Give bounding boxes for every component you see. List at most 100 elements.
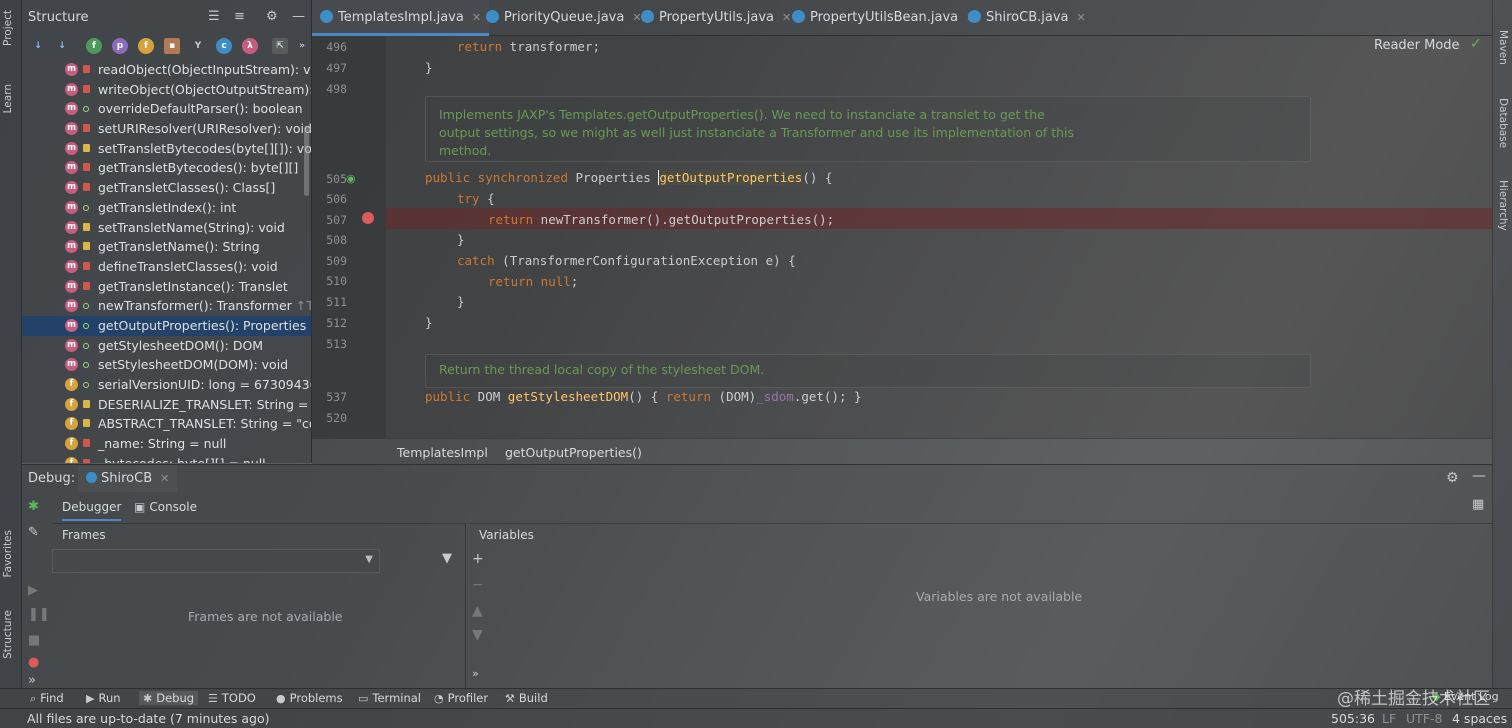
show-hierarchy-icon[interactable]: Y xyxy=(190,38,206,54)
anonymous-classes-icon[interactable]: c xyxy=(216,38,232,54)
structure-member[interactable]: m getOutputProperties(): Properties ↑Te xyxy=(22,315,311,336)
add-watch-icon[interactable]: + xyxy=(472,551,484,567)
expand-all-icon[interactable]: ☰ xyxy=(208,9,220,24)
stop-icon[interactable]: ■ xyxy=(28,633,40,648)
structure-member[interactable]: m setURIResolver(URIResolver): void xyxy=(22,119,311,139)
remove-watch-icon[interactable]: − xyxy=(472,577,484,593)
structure-member[interactable]: m getTransletIndex(): int xyxy=(22,198,311,218)
indent-setting[interactable]: 4 spaces xyxy=(1452,711,1507,726)
line-number[interactable]: 510 xyxy=(317,274,347,288)
line-number[interactable]: 507 xyxy=(317,213,347,227)
resume-icon[interactable]: ▶ xyxy=(28,583,38,598)
line-number[interactable]: 506 xyxy=(317,192,347,206)
debug-config-tab[interactable]: ShiroCB ✕ xyxy=(78,465,178,492)
structure-member[interactable]: f serialVersionUID: long = 6730943615 xyxy=(22,375,311,395)
status-message[interactable]: All files are up-to-date (7 minutes ago) xyxy=(27,711,270,726)
structure-member[interactable]: m overrideDefaultParser(): boolean xyxy=(22,99,311,119)
structure-member[interactable]: m getTransletClasses(): Class[] xyxy=(22,178,311,198)
tool-window-find[interactable]: ⌕ Find xyxy=(30,691,64,706)
show-fields-icon[interactable]: f xyxy=(138,38,154,54)
move-down-icon[interactable]: ▼ xyxy=(472,627,483,643)
structure-member[interactable]: m getStylesheetDOM(): DOM xyxy=(22,336,311,356)
line-number[interactable]: 511 xyxy=(317,295,347,309)
tool-window-terminal[interactable]: ▭ Terminal xyxy=(358,691,421,705)
sort-alpha-icon[interactable]: ↓ xyxy=(30,38,46,54)
view-breakpoints-icon[interactable]: ● xyxy=(28,655,39,670)
line-number[interactable]: 498 xyxy=(317,82,347,96)
database-tool-tab[interactable]: Database xyxy=(1497,98,1509,148)
line-number[interactable]: 537 xyxy=(317,390,347,404)
line-number[interactable]: 505 xyxy=(317,172,347,186)
gear-icon[interactable]: ⚙ xyxy=(266,9,278,24)
line-number[interactable]: 496 xyxy=(317,40,347,54)
tab-propertyutilsbean[interactable]: PropertyUtilsBean.java✕ xyxy=(784,0,983,36)
line-number[interactable]: 520 xyxy=(317,411,347,425)
reader-mode-toggle[interactable]: Reader Mode xyxy=(1374,38,1460,53)
line-number[interactable]: 513 xyxy=(317,337,347,351)
more-icon[interactable]: » xyxy=(28,673,36,688)
hierarchy-tool-tab[interactable]: Hierarchy xyxy=(1497,180,1509,231)
more-icon[interactable]: » xyxy=(472,667,479,680)
maven-tool-tab[interactable]: Maven xyxy=(1497,30,1509,65)
line-number[interactable]: 512 xyxy=(317,316,347,330)
autoscroll-icon[interactable]: ⇱ xyxy=(272,38,288,54)
structure-member[interactable]: m getTransletBytecodes(): byte[][] xyxy=(22,158,311,178)
structure-member[interactable]: m setTransletName(String): void xyxy=(22,218,311,238)
show-non-public-icon[interactable]: ▪ xyxy=(164,38,180,54)
thread-select[interactable]: ▼ xyxy=(52,549,380,573)
project-tool-tab[interactable]: Project xyxy=(2,10,14,46)
structure-member[interactable]: f DESERIALIZE_TRANSLET: String = "jdk xyxy=(22,395,311,415)
tool-window-run[interactable]: ▶ Run xyxy=(86,691,121,705)
breakpoint-icon[interactable] xyxy=(362,212,374,224)
move-up-icon[interactable]: ▲ xyxy=(472,603,483,619)
bug-icon[interactable]: ✱ xyxy=(28,499,39,514)
structure-member[interactable]: m writeObject(ObjectOutputStream): vo xyxy=(22,80,311,100)
favorites-tool-tab[interactable]: Favorites xyxy=(2,530,14,577)
line-number[interactable]: 509 xyxy=(317,254,347,268)
structure-member[interactable]: m setStylesheetDOM(DOM): void xyxy=(22,355,311,375)
line-number[interactable]: 508 xyxy=(317,233,347,247)
sort-visibility-icon[interactable]: ↓ xyxy=(54,38,70,54)
inspection-ok-icon[interactable]: ✓ xyxy=(1470,36,1482,52)
caret-position[interactable]: 505:36 xyxy=(1331,711,1375,726)
structure-scrollbar[interactable] xyxy=(304,126,309,196)
structure-member[interactable]: m setTransletBytecodes(byte[][]): void xyxy=(22,139,311,159)
collapse-all-icon[interactable]: ≡ xyxy=(234,9,245,24)
show-inherited-icon[interactable]: f xyxy=(86,38,102,54)
gear-icon[interactable]: ⚙ xyxy=(1446,470,1459,486)
structure-member[interactable]: m newTransformer(): Transformer ↑Tem xyxy=(22,296,311,316)
layout-icon[interactable]: ▦ xyxy=(1472,497,1484,512)
structure-member[interactable]: f ABSTRACT_TRANSLET: String = "com xyxy=(22,414,311,434)
structure-member[interactable]: f _bytecodes: byte[][] = null xyxy=(22,454,311,463)
wrench-icon[interactable]: ✎ xyxy=(28,525,39,540)
lambdas-icon[interactable]: λ xyxy=(242,38,258,54)
tab-console[interactable]: ▣ Console xyxy=(134,497,197,521)
breadcrumb-class[interactable]: TemplatesImpl xyxy=(397,445,488,460)
learn-tool-tab[interactable]: Learn xyxy=(2,84,14,113)
close-icon[interactable]: ✕ xyxy=(160,472,169,485)
tab-templatesimpl[interactable]: TemplatesImpl.java ✕ xyxy=(312,0,490,36)
structure-member[interactable]: m getTransletName(): String xyxy=(22,237,311,257)
tool-window-build[interactable]: ⚒ Build xyxy=(505,691,548,705)
close-icon[interactable]: ✕ xyxy=(1076,11,1085,24)
tool-window-profiler[interactable]: ◔ Profiler xyxy=(434,691,488,705)
tool-window-problems[interactable]: ● Problems xyxy=(276,691,343,705)
breadcrumb-method[interactable]: getOutputProperties() xyxy=(505,445,642,460)
code-editor[interactable]: 496 497 498 505 506 507 508 509 510 511 512 513 537 5… xyxy=(312,36,1492,438)
tool-window-debug[interactable]: ✱ Debug xyxy=(139,691,199,705)
line-number[interactable]: 497 xyxy=(317,61,347,75)
show-properties-icon[interactable]: p xyxy=(112,38,128,54)
structure-tool-tab[interactable]: Structure xyxy=(2,610,14,659)
pause-icon[interactable]: ❚❚ xyxy=(28,607,50,622)
file-encoding[interactable]: UTF-8 xyxy=(1406,711,1442,726)
more-icon[interactable]: » xyxy=(294,38,310,54)
structure-member[interactable]: m readObject(ObjectInputStream): void xyxy=(22,60,311,80)
tab-priorityqueue[interactable]: PriorityQueue.java ✕ xyxy=(478,0,650,36)
tool-window-todo[interactable]: ☰ TODO xyxy=(208,691,256,705)
structure-member[interactable]: m getTransletInstance(): Translet xyxy=(22,277,311,297)
minimize-icon[interactable]: — xyxy=(1472,468,1486,484)
tab-propertyutils[interactable]: PropertyUtils.java ✕ xyxy=(633,0,799,36)
override-marker-icon[interactable]: ◉ xyxy=(346,172,356,185)
editor-gutter[interactable]: 496 497 498 505 506 507 508 509 510 511 512 513 537 5… xyxy=(312,36,386,438)
tab-debugger[interactable]: Debugger xyxy=(62,497,122,521)
